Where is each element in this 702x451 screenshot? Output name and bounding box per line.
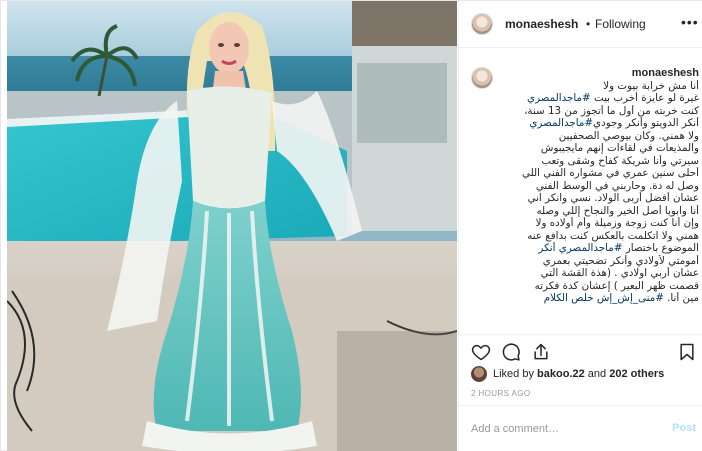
caption-line-0: monaeshesh [503,67,699,80]
caption-hashtag[interactable]: #ماجدالمصري [527,92,591,104]
post-comment-button[interactable]: Post [672,422,696,434]
caption-line: عشان أفضل أربى الولاد. نسي وانكر اني [503,192,699,205]
header-separator: • [586,17,591,31]
caption-text: عشان أفضل أربى الولاد. نسي وانكر اني [527,192,699,204]
caption-line: همني ولا اتكلمت بالعكس كنت بدافع عنه [503,230,699,243]
author-username[interactable]: monaeshesh [505,17,578,31]
caption-text: ولا همني. وكان بيوصي الصحفيين [558,129,699,142]
caption-author-avatar[interactable] [471,67,493,89]
likes-summary: Liked by bakoo.22 and 202 others [471,365,701,383]
caption-text: غيرة لو عايزة أخرب بيت [590,92,699,104]
caption-line: مين أنا. #منى_إش_إش خلص الكلام [503,292,699,305]
caption-text: سيرتي وأنا شريكة كفاح وشقى وتعب [541,154,699,167]
caption-line: وإن أنا كنت زوجة وزميلة وأم أولاده ولا [503,217,699,230]
caption-hashtag[interactable]: #منى_إش_إش خلص الكلام [544,292,664,304]
posted-ago: 2 HOURS AGO [471,389,531,398]
bookmark-icon[interactable] [677,342,697,362]
post-side-panel: monaeshesh • Following ••• monaeshesh أن… [458,1,702,451]
caption-line: قصمت ظهر البعير ) إعشان كدة فكرته [503,280,699,293]
caption-text: الموضوع باختصار [622,242,699,254]
caption-line: أنكر الدويتو وأنكر وجودي#ماجدالمصري [503,117,699,130]
instagram-post: monaeshesh • Following ••• monaeshesh أن… [0,0,702,451]
caption-text: قصمت ظهر البعير ) إعشان كدة فكرته [534,279,699,292]
caption-text: كنت خربته من أول ما أتجوز من 13 سنة، [524,104,699,117]
caption-line: أحلى سنين عمري في مشواره الفني اللي [503,167,699,180]
caption-line: والمذيعات في لقاءات إنهم مايجيبوش [503,142,699,155]
caption-text: أنا وابويا أصل الخير والنجاح إللي وصله [536,204,699,217]
caption-text: أنكر الدويتو وأنكر وجودي [593,117,699,129]
caption-line: أنا وابويا أصل الخير والنجاح إللي وصله [503,205,699,218]
post-caption: monaeshesh أنا مش خرابة بيوت ولا غيرة لو … [503,67,699,305]
post-photo-graphic [7,1,457,451]
caption-text: وصل له دة. وحاربني في الوسط الفني [535,179,699,192]
heart-icon[interactable] [471,342,491,362]
caption-text: وإن أنا كنت زوجة وزميلة وأم أولاده ولا [535,217,699,229]
author-avatar[interactable] [471,13,493,35]
caption-text: همني ولا اتكلمت بالعكس كنت بدافع عنه [527,229,699,242]
caption-line: كنت خربته من أول ما أتجوز من 13 سنة، [503,105,699,118]
more-options-icon[interactable]: ••• [681,14,699,30]
post-header: monaeshesh • Following ••• [459,1,702,48]
likes-text: Liked by bakoo.22 and 202 others [493,368,664,380]
caption-line: الموضوع باختصار #ماجدالمصري أنكر [503,242,699,255]
caption-area: monaeshesh أنا مش خرابة بيوت ولا غيرة لو … [459,49,702,334]
caption-line: أنا مش خرابة بيوت ولا [503,80,699,93]
likes-and: and [587,368,607,380]
share-icon[interactable] [531,342,551,362]
caption-line: أمومتي لأولادي وأنكر تضحيتي بعمري [503,255,699,268]
follow-status-button[interactable]: Following [595,17,646,31]
caption-line: سيرتي وأنا شريكة كفاح وشقى وتعب [503,155,699,168]
caption-text: عشان أربي اولادي . (هذة القشة التي [540,267,699,279]
caption-text: مين أنا. [663,292,699,304]
caption-hashtag[interactable]: #ماجدالمصري أنكر [538,242,622,254]
caption-text: والمذيعات في لقاءات إنهم مايجيبوش [540,142,699,154]
caption-text: أمومتي لأولادي وأنكر تضحيتي بعمري [542,254,699,267]
caption-line: عشان أربي اولادي . (هذة القشة التي [503,267,699,280]
post-photo[interactable] [7,1,457,451]
action-bar [459,334,702,364]
caption-username[interactable]: monaeshesh [632,67,699,79]
caption-hashtag[interactable]: #ماجدالمصري [529,117,593,129]
comment-input-placeholder[interactable]: Add a comment… [471,423,559,435]
liker-avatar[interactable] [471,366,487,382]
liker-username[interactable]: bakoo.22 [537,368,585,380]
caption-text: أحلى سنين عمري في مشواره الفني اللي [521,167,699,179]
comment-icon[interactable] [501,342,521,362]
add-comment-box[interactable]: Add a comment… Post [459,405,702,451]
caption-line: غيرة لو عايزة أخرب بيت #ماجدالمصري [503,92,699,105]
likes-count[interactable]: 202 others [609,368,664,380]
caption-text: أنا مش خرابة بيوت ولا [603,79,699,92]
caption-line: ولا همني. وكان بيوصي الصحفيين [503,130,699,143]
caption-line: وصل له دة. وحاربني في الوسط الفني [503,180,699,193]
likes-prefix: Liked by [493,368,534,380]
